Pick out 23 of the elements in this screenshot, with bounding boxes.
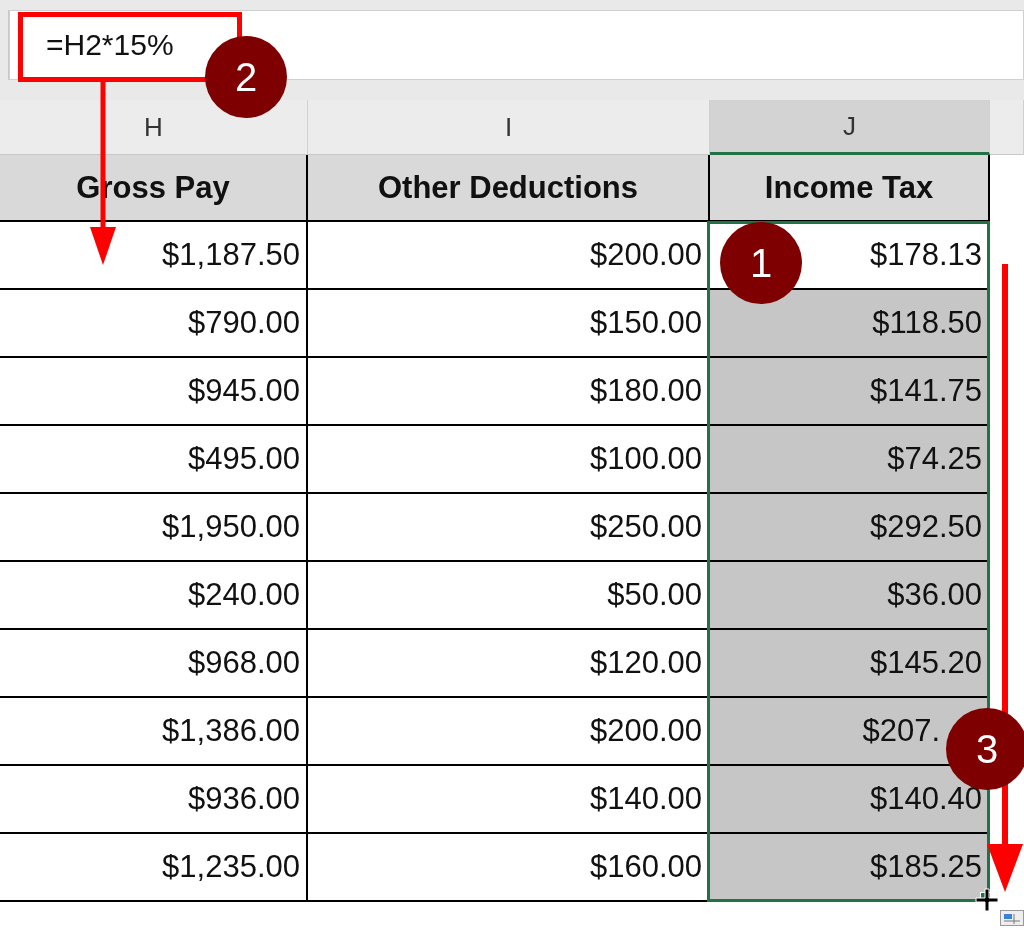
table-cell: $790.00 — [0, 290, 308, 358]
table-header-cell: Other Deductions — [308, 155, 710, 222]
table-cell: $945.00 — [0, 358, 308, 426]
table-cell: $74.25 — [710, 426, 990, 494]
table-cell: $36.00 — [710, 562, 990, 630]
auto-fill-options-icon[interactable] — [1000, 910, 1024, 926]
table-cell: $1,386.00 — [0, 698, 308, 766]
table-cell: $118.50 — [710, 290, 990, 358]
table-cell: $936.00 — [0, 766, 308, 834]
table-cell: $145.20 — [710, 630, 990, 698]
table-header-cell: Income Tax — [710, 155, 990, 222]
crosshair-cursor-icon — [975, 888, 999, 912]
table-cell: $1,950.00 — [0, 494, 308, 562]
table-cell: $185.25 — [710, 834, 990, 902]
table-cell: $292.50 — [710, 494, 990, 562]
table-cell: $968.00 — [0, 630, 308, 698]
table-cell: $141.75 — [710, 358, 990, 426]
column-header[interactable]: J — [710, 100, 990, 155]
table-cell: $240.00 — [0, 562, 308, 630]
table-cell: $495.00 — [0, 426, 308, 494]
column-header[interactable]: I — [308, 100, 710, 155]
column-header[interactable]: H — [0, 100, 308, 155]
table-cell: $1,235.00 — [0, 834, 308, 902]
